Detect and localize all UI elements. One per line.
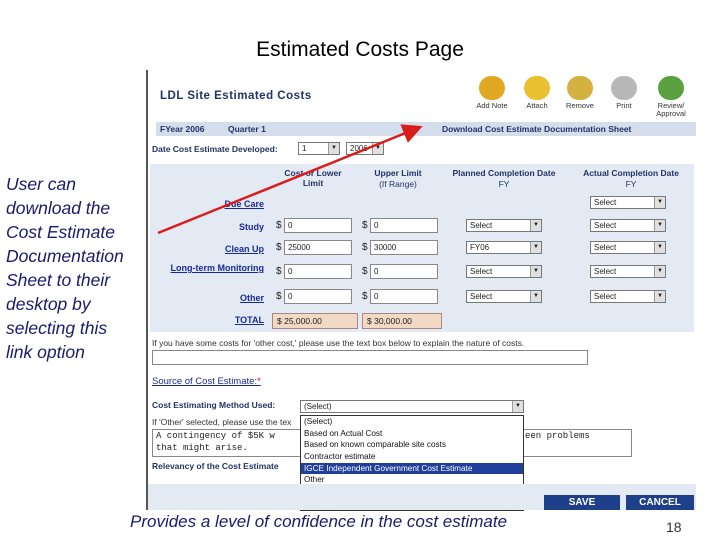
arrow-line xyxy=(157,124,423,235)
caption: Provides a level of confidence in the co… xyxy=(130,512,508,531)
callout-arrow xyxy=(157,124,423,235)
page-number: 18 xyxy=(666,519,682,535)
